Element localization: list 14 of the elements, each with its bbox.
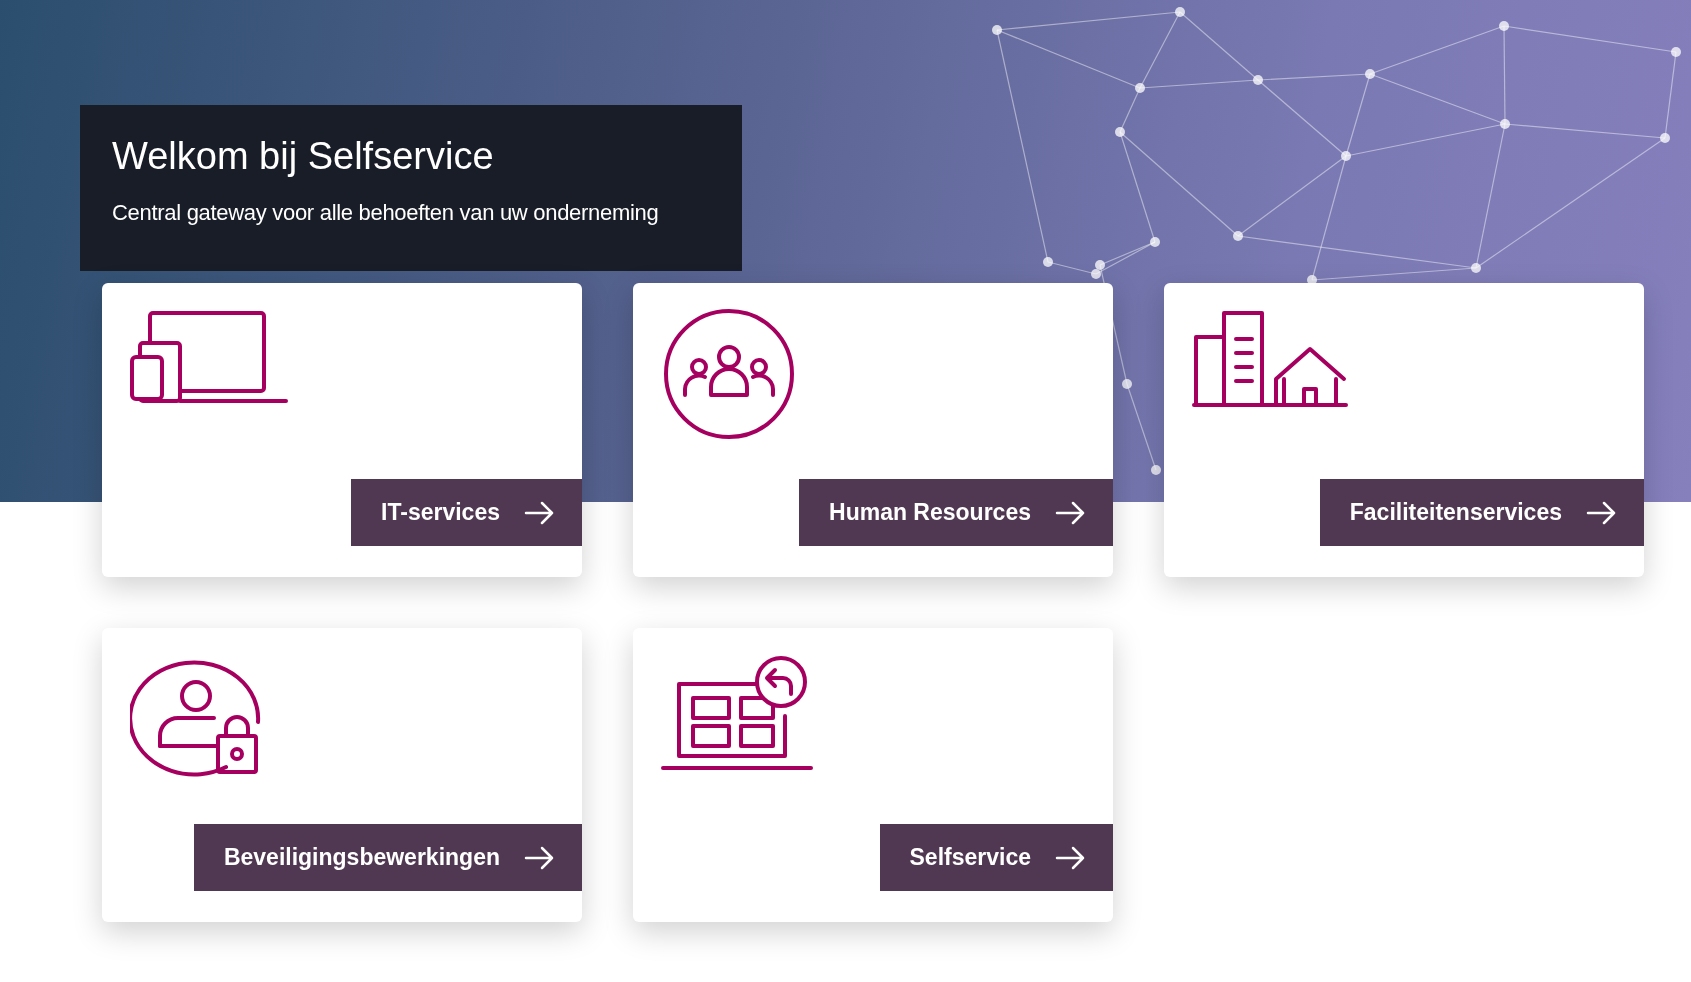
welcome-title: Welkom bij Selfservice	[112, 135, 495, 178]
service-link-button[interactable]: Human Resources	[799, 479, 1113, 546]
service-link-button[interactable]: Selfservice	[879, 824, 1113, 891]
people-icon	[661, 309, 797, 439]
arrow-right-icon	[1586, 500, 1616, 525]
arrow-right-icon	[1055, 845, 1085, 870]
service-link-button[interactable]: Beveiligingsbewerkingen	[193, 824, 582, 891]
arrow-right-icon	[524, 845, 554, 870]
arrow-right-icon	[1055, 500, 1085, 525]
service-link-button[interactable]: IT-services	[351, 479, 582, 546]
arrow-right-icon	[524, 500, 554, 525]
buildings-icon	[1192, 309, 1348, 409]
welcome-subtitle: Central gateway voor alle behoeften van uw onderneming	[112, 200, 660, 226]
service-link-button[interactable]: Faciliteitenservices	[1319, 479, 1644, 546]
